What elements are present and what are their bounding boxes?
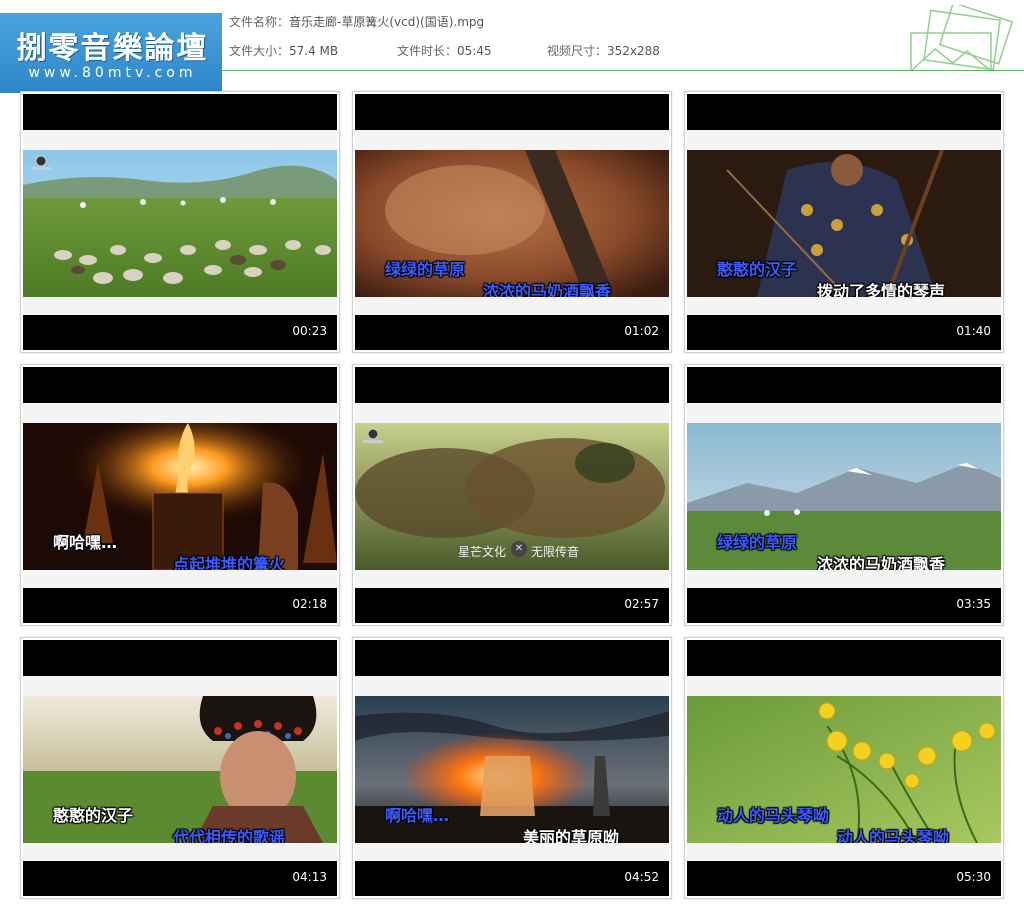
timestamp: 02:18 xyxy=(292,597,327,611)
thumbnail-7[interactable]: 憨憨的汉子 代代相传的歌谣 04:13 xyxy=(20,637,340,899)
brand-logo-icon: ✕ xyxy=(511,541,527,557)
thumbnail-3[interactable]: 憨憨的汉子 拨动了多情的琴声 01:40 xyxy=(684,91,1004,353)
channel-watermark-icon xyxy=(31,155,51,170)
lyric-line-1: 憨憨的汉子 xyxy=(717,260,798,279)
file-size-row: 文件大小：57.4 MB xyxy=(229,42,338,59)
timestamp: 00:23 xyxy=(292,324,327,338)
timestamp: 02:57 xyxy=(624,597,659,611)
file-name-value: 音乐走廊-草原篝火(vcd)(国语).mpg xyxy=(289,15,485,29)
header-divider xyxy=(222,70,1024,71)
lyric-line-2: 代代相传的歌谣 xyxy=(173,828,286,843)
dimensions-label: 视频尺寸： xyxy=(547,44,608,58)
caption-right: 无限传音 xyxy=(531,545,580,559)
logo-url: www.80mtv.com xyxy=(28,65,197,81)
video-frame: 憨憨的汉子 代代相传的歌谣 xyxy=(23,696,337,843)
site-logo: 捌零音樂論壇 www.80mtv.com xyxy=(0,13,222,93)
dimensions-value: 352x288 xyxy=(607,44,660,58)
thumbnail-1[interactable]: 00:23 xyxy=(20,91,340,353)
lyric-line-1: 憨憨的汉子 xyxy=(53,806,134,825)
thumbnail-4[interactable]: 啊哈嘿… 点起堆堆的篝火 02:18 xyxy=(20,364,340,626)
video-frame: 憨憨的汉子 拨动了多情的琴声 xyxy=(687,150,1001,297)
video-frame: 星芒文化 ✕ 无限传音 xyxy=(355,423,669,570)
thumbnail-2[interactable]: 绿绿的草原 浓浓的马奶酒飘香 01:02 xyxy=(352,91,672,353)
caption-left: 星芒文化 xyxy=(458,545,507,559)
thumbnail-5[interactable]: 星芒文化 ✕ 无限传音 02:57 xyxy=(352,364,672,626)
timestamp: 01:40 xyxy=(956,324,991,338)
file-size-value: 57.4 MB xyxy=(289,44,339,58)
lyric-line-1: 绿绿的草原 xyxy=(717,533,798,552)
thumbnail-9[interactable]: 动人的马头琴呦 动人的马头琴呦 05:30 xyxy=(684,637,1004,899)
picture-stack-icon xyxy=(910,5,1014,71)
lyric-line-2: 浓浓的马奶酒飘香 xyxy=(483,282,612,297)
file-name-label: 文件名称： xyxy=(229,15,290,29)
timestamp: 04:13 xyxy=(292,870,327,884)
lyric-line-2: 点起堆堆的篝火 xyxy=(173,555,286,570)
duration-row: 文件时长：05:45 xyxy=(397,42,492,59)
video-frame: 啊哈嘿… 点起堆堆的篝火 xyxy=(23,423,337,570)
lyric-line-1: 啊哈嘿… xyxy=(385,806,450,825)
lyric-line-1: 绿绿的草原 xyxy=(385,260,466,279)
dimensions-row: 视频尺寸：352x288 xyxy=(547,42,660,59)
thumbnail-8[interactable]: 啊哈嘿… 美丽的草原呦 04:52 xyxy=(352,637,672,899)
lyric-line-1: 动人的马头琴呦 xyxy=(717,806,830,825)
lyric-line-2: 浓浓的马奶酒飘香 xyxy=(817,555,946,570)
channel-watermark-icon xyxy=(363,428,383,443)
lyric-line-2: 美丽的草原呦 xyxy=(523,828,620,843)
thumbnail-6[interactable]: 绿绿的草原 浓浓的马奶酒飘香 03:35 xyxy=(684,364,1004,626)
timestamp: 05:30 xyxy=(956,870,991,884)
video-frame xyxy=(23,150,337,297)
logo-title: 捌零音樂論壇 xyxy=(16,31,209,66)
file-size-label: 文件大小： xyxy=(229,44,290,58)
video-frame: 啊哈嘿… 美丽的草原呦 xyxy=(355,696,669,843)
file-name-row: 文件名称：音乐走廊-草原篝火(vcd)(国语).mpg xyxy=(229,13,484,30)
timestamp: 03:35 xyxy=(956,597,991,611)
video-frame: 绿绿的草原 浓浓的马奶酒飘香 xyxy=(355,150,669,297)
timestamp: 04:52 xyxy=(624,870,659,884)
duration-value: 05:45 xyxy=(457,44,492,58)
video-frame: 绿绿的草原 浓浓的马奶酒飘香 xyxy=(687,423,1001,570)
lyric-line-2: 动人的马头琴呦 xyxy=(837,828,950,843)
lyric-line-1: 啊哈嘿… xyxy=(53,533,118,552)
lyric-line-2: 拨动了多情的琴声 xyxy=(817,282,946,297)
duration-label: 文件时长： xyxy=(397,44,458,58)
video-frame: 动人的马头琴呦 动人的马头琴呦 xyxy=(687,696,1001,843)
timestamp: 01:02 xyxy=(624,324,659,338)
